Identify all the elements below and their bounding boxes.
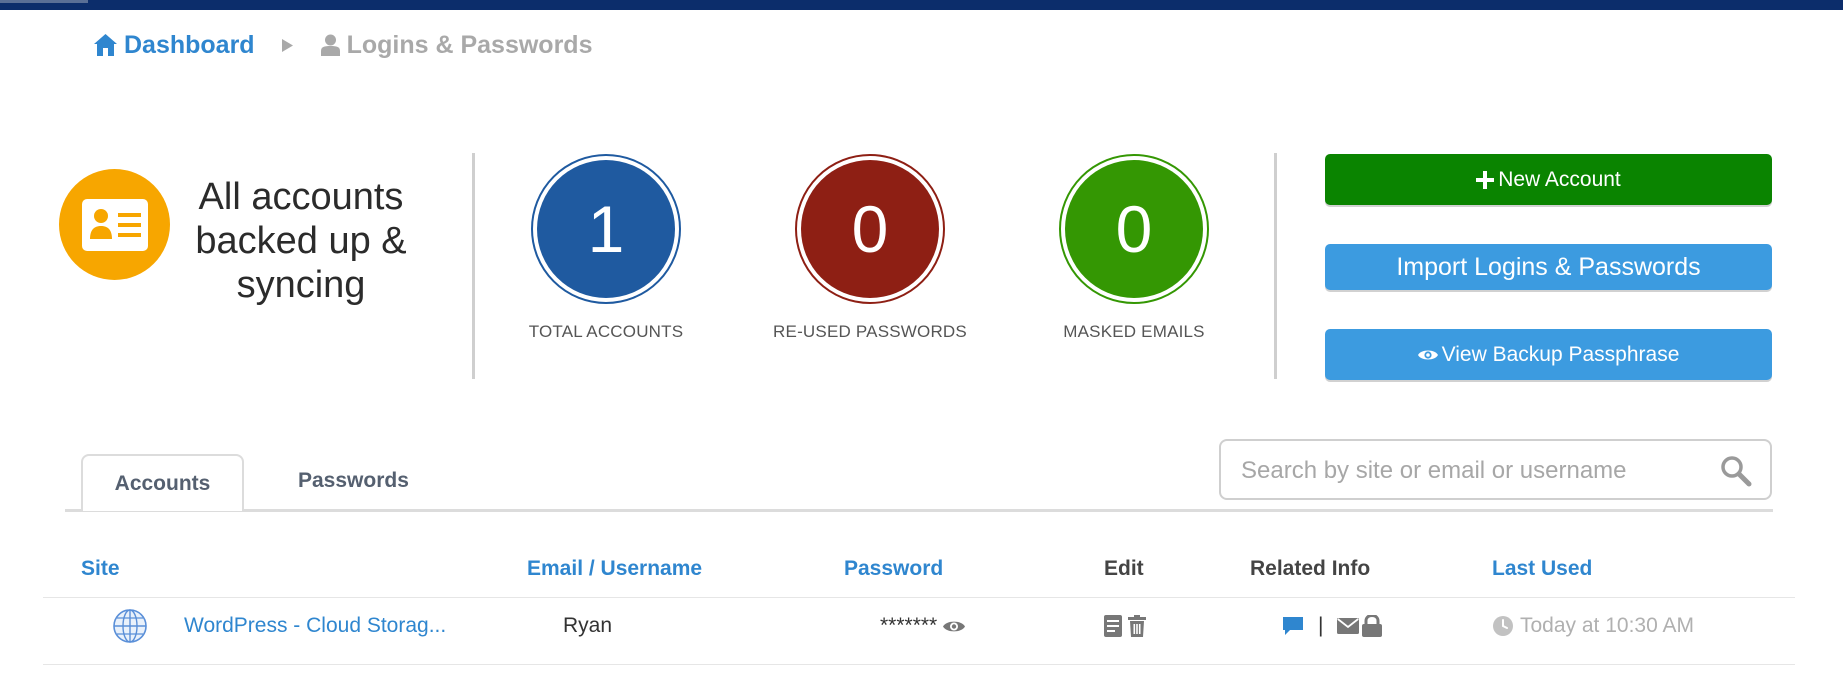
column-header-email[interactable]: Email / Username [527, 557, 702, 581]
divider-right [1274, 153, 1277, 379]
comment-icon[interactable] [1282, 616, 1304, 636]
tab-accounts[interactable]: Accounts [81, 454, 244, 511]
tab-passwords[interactable]: Passwords [298, 469, 409, 493]
search-input[interactable] [1239, 453, 1713, 489]
breadcrumb-logins-label: Logins & Passwords [346, 30, 593, 59]
new-account-label: New Account [1498, 167, 1621, 191]
header-row-divider [43, 597, 1795, 598]
globe-icon [113, 609, 147, 643]
stat-ring: 0 [1059, 154, 1209, 304]
stat-value: 1 [537, 160, 675, 298]
divider-left [472, 153, 475, 379]
stat-total-accounts: 1 TOTAL ACCOUNTS [506, 154, 706, 342]
stat-label: TOTAL ACCOUNTS [528, 322, 684, 341]
breadcrumb-logins: Logins & Passwords [320, 30, 593, 60]
status-icon [59, 169, 170, 280]
status-line-3: syncing [236, 264, 366, 306]
column-header-last-used[interactable]: Last Used [1492, 557, 1592, 581]
search-box [1219, 439, 1772, 500]
id-card-icon [81, 198, 148, 251]
status-line-1: All accounts [198, 176, 404, 218]
site-globe-icon [112, 609, 148, 643]
user-icon [320, 34, 340, 56]
plus-icon [1476, 170, 1495, 189]
password-cell: ******* [880, 612, 966, 640]
view-backup-passphrase-label: View Backup Passphrase [1441, 342, 1680, 366]
stat-ring: 0 [795, 154, 945, 304]
related-info-separator: | [1318, 614, 1324, 637]
view-backup-passphrase-button[interactable]: View Backup Passphrase [1325, 329, 1772, 380]
import-logins-button[interactable]: Import Logins & Passwords [1325, 244, 1772, 290]
stat-ring: 1 [531, 154, 681, 304]
stat-label: MASKED EMAILS [1063, 322, 1205, 341]
username-value: Ryan [563, 614, 613, 637]
tabs-divider [65, 509, 1773, 512]
breadcrumb-separator [281, 38, 294, 53]
column-header-password[interactable]: Password [844, 557, 943, 581]
search-icon[interactable] [1720, 455, 1752, 492]
tab-passwords-label: Passwords [298, 469, 409, 492]
import-logins-label: Import Logins & Passwords [1396, 252, 1701, 281]
last-used-value: Today at 10:30 AM [1520, 614, 1694, 637]
status-line-2: backed up & [195, 220, 407, 262]
stat-reused-passwords: 0 RE-USED PASSWORDS [770, 154, 970, 342]
column-header-site[interactable]: Site [81, 557, 120, 581]
stat-value: 0 [801, 160, 939, 298]
caret-right-icon [281, 38, 293, 52]
edit-actions [1104, 612, 1146, 640]
email-icon[interactable] [1337, 618, 1360, 634]
column-header-related-info: Related Info [1250, 557, 1371, 580]
site-link[interactable]: WordPress - Cloud Storag... [184, 612, 446, 640]
show-password-icon[interactable] [943, 619, 966, 634]
password-masked: ******* [880, 614, 938, 637]
related-info-actions: | [1282, 612, 1383, 640]
top-bar [0, 0, 1843, 10]
status-message: All accounts backed up & syncing [178, 175, 424, 307]
stat-label: RE-USED PASSWORDS [773, 322, 967, 341]
breadcrumb-dashboard-label: Dashboard [124, 30, 255, 59]
tab-accounts-label: Accounts [114, 471, 211, 495]
last-used-cell: Today at 10:30 AM [1492, 612, 1694, 640]
stat-masked-emails: 0 MASKED EMAILS [1034, 154, 1234, 342]
delete-icon[interactable] [1128, 615, 1146, 637]
stat-value: 0 [1065, 160, 1203, 298]
breadcrumb-dashboard[interactable]: Dashboard [93, 31, 255, 60]
breadcrumb: Dashboard Logins & Passwords [93, 28, 592, 62]
home-icon [94, 34, 117, 56]
lock-icon[interactable] [1362, 615, 1383, 637]
clock-icon [1493, 616, 1513, 636]
row-divider [43, 664, 1795, 665]
top-bar-marker [0, 0, 88, 3]
new-account-button[interactable]: New Account [1325, 154, 1772, 205]
eye-icon [1417, 350, 1438, 359]
notes-icon[interactable] [1104, 615, 1122, 637]
column-header-edit: Edit [1104, 557, 1144, 580]
